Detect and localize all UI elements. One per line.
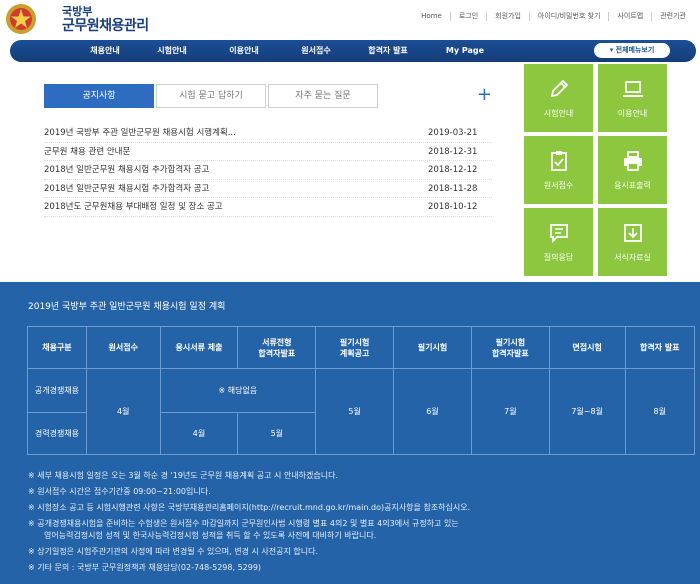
- schedule-notes: ※ 세부 채용시험 일정은 오는 3월 하순 경 '19년도 군무원 채용계획 …: [28, 468, 470, 576]
- tile-label: 원서접수: [543, 181, 574, 190]
- row-open-label: 공개경쟁채용: [27, 368, 87, 413]
- tile-label: 이용안내: [617, 109, 648, 118]
- th-written-notice: 필기시험 계획공고: [315, 326, 395, 369]
- nav-item-results[interactable]: 합격자 발표: [352, 40, 424, 62]
- util-link-login[interactable]: 로그인: [449, 12, 486, 21]
- main-nav: 채용안내 시험안내 이용안내 원서접수 합격자 발표 My Page ▾ 전체메…: [10, 40, 696, 62]
- chat-icon: [550, 224, 568, 244]
- tile-label: 서식자료실: [614, 253, 651, 262]
- notice-date: 2019-03-21: [428, 128, 478, 138]
- tile-usage-guide[interactable]: 이용안내: [598, 64, 667, 132]
- schedule-title: 2019년 국방부 주관 일반군무원 채용시험 일정 계획: [28, 302, 226, 312]
- cell-interview: 7월~8월: [548, 368, 626, 455]
- th-application: 원서접수: [85, 326, 161, 369]
- tab-exam-qna[interactable]: 시험 묻고 답하기: [156, 84, 266, 108]
- util-link-signup[interactable]: 회원가입: [486, 12, 529, 21]
- notice-title[interactable]: 2018년 일반군무원 채용시험 추가합격자 공고: [44, 161, 209, 179]
- clipboard-check-icon: [551, 151, 567, 171]
- notice-board: 공지사항 시험 묻고 답하기 자주 묻는 질문 + 2019년 국방부 주관 일…: [28, 66, 510, 231]
- util-link-sitemap[interactable]: 사이트맵: [608, 12, 651, 21]
- tab-faq[interactable]: 자주 묻는 질문: [268, 84, 378, 108]
- note-line: ※ 상기일정은 시험주관기관의 사정에 따라 변경될 수 있으며, 변경 시 사…: [28, 547, 318, 556]
- note-line: ※ 세부 채용시험 일정은 오는 3월 하순 경 '19년도 군무원 채용계획 …: [28, 471, 339, 480]
- tile-label: 응시표출력: [614, 181, 651, 190]
- note-line: ※ 기타 문의 : 국방부 군무원정책과 채용담당(02-748-5298, 5…: [28, 563, 262, 572]
- nav-item-recruit-guide[interactable]: 채용안내: [74, 40, 136, 62]
- table-row: 공개경쟁채용 4월 ※ 해당없음 5월 6월 7월 7월~8월 8월: [27, 368, 695, 455]
- nav-item-application[interactable]: 원서접수: [280, 40, 352, 62]
- tab-notices[interactable]: 공지사항: [44, 84, 154, 108]
- util-link-home[interactable]: Home: [413, 12, 450, 21]
- cell-written: 6월: [393, 368, 472, 455]
- list-item[interactable]: 2019년 국방부 주관 일반군무원 채용시험 시행계획... 2019-03-2…: [44, 124, 492, 143]
- notice-title[interactable]: 2019년 국방부 주관 일반군무원 채용시험 시행계획...: [44, 124, 236, 142]
- th-doc-submit: 응시서류 제출: [159, 326, 239, 369]
- note-line: ※ 원서접수 시간은 접수기간중 09:00~21:00입니다.: [28, 487, 211, 496]
- tile-print-admission[interactable]: 응시표출력: [598, 136, 667, 204]
- tile-label: 시험안내: [543, 109, 574, 118]
- notice-date: 2018-10-12: [428, 202, 478, 212]
- laptop-icon: [623, 81, 643, 97]
- tile-application[interactable]: 원서접수: [524, 136, 593, 204]
- tile-forms-library[interactable]: 서식자료실: [598, 208, 667, 276]
- th-written-pass: 필기시험 합격자발표: [470, 326, 550, 369]
- site-header: 국방부 군무원채용관리 Home 로그인 회원가입 아이디/비밀번호 찾기 사이…: [0, 0, 700, 40]
- cell-final: 8월: [624, 368, 695, 455]
- mnd-emblem-logo[interactable]: [4, 2, 40, 36]
- nav-item-usage-guide[interactable]: 이용안내: [208, 40, 280, 62]
- table-header-row: 채용구분 원서접수 응시서류 제출 서류전형 합격자발표 필기시험 계획공고 필…: [27, 326, 695, 369]
- th-category: 채용구분: [27, 326, 87, 369]
- note-line: ※ 공개경쟁채용시험을 준비하는 수험생은 원서접수 마감일까지 군무원인사법 …: [28, 519, 459, 528]
- cell-open-doc: ※ 해당없음: [159, 368, 317, 413]
- notice-date: 2018-12-31: [428, 146, 478, 157]
- th-doc-pass: 서류전형 합격자발표: [237, 326, 317, 369]
- note-line: 영어능력검정시험 성적 및 한국사능력검정시험 성적을 취득 할 수 있도록 사…: [44, 531, 377, 540]
- cell-career-doc-submit: 4월: [159, 412, 239, 455]
- row-career-label: 경력경쟁채용: [27, 412, 87, 455]
- list-item[interactable]: 2018년 일반군무원 채용시험 추가합격자 공고 2018-12-12: [44, 161, 492, 180]
- th-final: 합격자 발표: [624, 326, 695, 369]
- list-item[interactable]: 2018년도 군무원채용 부대배정 일정 및 장소 공고 2018-10-12: [44, 198, 492, 217]
- more-plus-icon[interactable]: +: [477, 86, 492, 104]
- schedule-table: 채용구분 원서접수 응시서류 제출 서류전형 합격자발표 필기시험 계획공고 필…: [27, 326, 695, 455]
- brand-title[interactable]: 군무원채용관리: [62, 15, 149, 35]
- th-interview: 면접시험: [548, 326, 626, 369]
- tile-qna[interactable]: 질의응답: [524, 208, 593, 276]
- notice-date: 2018-12-12: [428, 165, 478, 175]
- cell-career-doc-pass: 5월: [237, 412, 317, 455]
- schedule-section: 2019년 국방부 주관 일반군무원 채용시험 일정 계획 채용구분 원서접수 …: [0, 282, 700, 584]
- notice-title[interactable]: 군무원 채용 관련 안내문: [44, 143, 130, 161]
- cell-written-pass: 7월: [470, 368, 550, 455]
- printer-icon: [624, 151, 642, 171]
- all-menu-button[interactable]: ▾ 전체메뉴보기: [594, 43, 670, 58]
- tile-exam-guide[interactable]: 시험안내: [524, 64, 593, 132]
- notice-date: 2018-11-28: [428, 183, 478, 194]
- util-link-related[interactable]: 관련기관: [651, 12, 694, 21]
- notice-tabs: 공지사항 시험 묻고 답하기 자주 묻는 질문: [44, 84, 380, 108]
- tile-label: 질의응답: [543, 253, 574, 262]
- list-item[interactable]: 2018년 일반군무원 채용시험 추가합격자 공고 2018-11-28: [44, 180, 492, 198]
- cell-written-notice: 5월: [315, 368, 395, 455]
- download-icon: [624, 224, 642, 242]
- th-written: 필기시험: [393, 326, 472, 369]
- list-item[interactable]: 군무원 채용 관련 안내문 2018-12-31: [44, 143, 492, 161]
- utility-links: Home 로그인 회원가입 아이디/비밀번호 찾기 사이트맵 관련기관: [413, 12, 694, 21]
- cell-application: 4월: [85, 368, 161, 455]
- notice-title[interactable]: 2018년 일반군무원 채용시험 추가합격자 공고: [44, 180, 209, 198]
- pencil-icon: [550, 79, 569, 98]
- nav-item-mypage[interactable]: My Page: [424, 40, 506, 62]
- util-link-find-account[interactable]: 아이디/비밀번호 찾기: [528, 12, 609, 21]
- notice-list: 2019년 국방부 주관 일반군무원 채용시험 시행계획... 2019-03-2…: [44, 124, 492, 217]
- notice-title[interactable]: 2018년도 군무원채용 부대배정 일정 및 장소 공고: [44, 198, 223, 216]
- note-line: ※ 시험장소 공고 등 시험시행관련 사항은 국방부채용관리홈페이지(http:…: [28, 503, 471, 512]
- nav-item-exam-guide[interactable]: 시험안내: [136, 40, 208, 62]
